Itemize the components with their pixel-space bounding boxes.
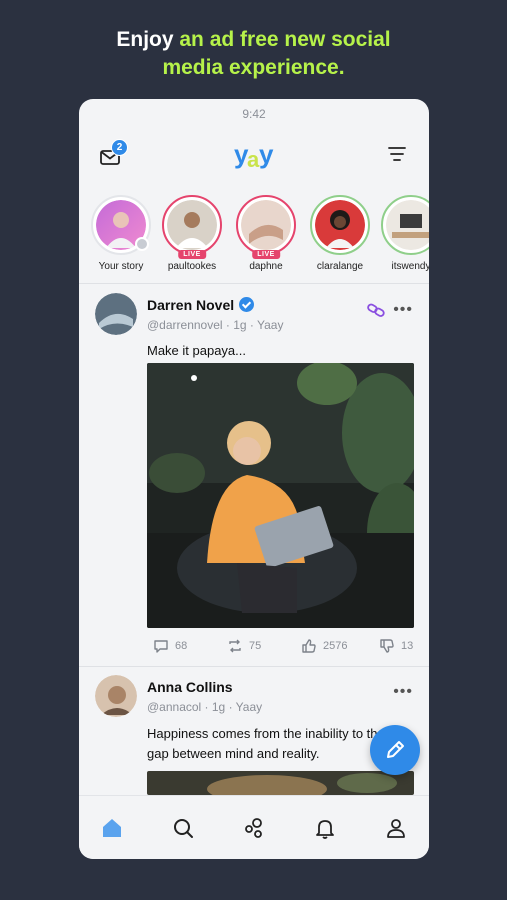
post-author[interactable]: Anna Collins bbox=[147, 679, 233, 695]
repost-icon bbox=[229, 639, 241, 653]
story-name: paultookes bbox=[167, 261, 217, 272]
avatar bbox=[386, 200, 429, 250]
story-itswendy[interactable]: itswendy bbox=[379, 195, 429, 272]
story-claralange[interactable]: claralange bbox=[308, 195, 372, 272]
promo-line1-accent: an ad free new social bbox=[179, 28, 391, 51]
promo-headline: Enjoy an ad free new social media experi… bbox=[0, 26, 507, 82]
inbox-button[interactable]: 2 bbox=[99, 139, 129, 169]
repost-button[interactable]: 75 bbox=[227, 638, 261, 654]
repost-count: 75 bbox=[249, 640, 262, 652]
story-name: Your story bbox=[98, 261, 144, 272]
avatar[interactable] bbox=[95, 675, 137, 717]
more-options-icon[interactable]: ••• bbox=[393, 301, 413, 319]
story-name: daphne bbox=[249, 261, 283, 272]
post-meta: @annacol · 1g · Yaay bbox=[147, 700, 263, 714]
thumbs-down-icon bbox=[380, 639, 394, 653]
story-own[interactable]: Your story bbox=[89, 195, 153, 272]
user-icon bbox=[387, 819, 405, 838]
live-badge: LIVE bbox=[252, 250, 280, 259]
filter-button[interactable] bbox=[387, 143, 407, 167]
bubbles-icon bbox=[245, 818, 262, 838]
divider bbox=[79, 283, 429, 284]
post-image[interactable] bbox=[147, 771, 414, 795]
avatar bbox=[167, 200, 217, 250]
like-count: 2576 bbox=[323, 640, 348, 652]
more-options-icon[interactable]: ••• bbox=[393, 683, 413, 701]
post-text: Make it papaya... bbox=[147, 343, 246, 358]
like-button[interactable]: 2576 bbox=[301, 638, 347, 654]
pen-icon bbox=[387, 741, 404, 758]
comment-icon bbox=[154, 640, 168, 653]
yay-logo[interactable]: y a y bbox=[234, 137, 278, 172]
home-icon bbox=[103, 819, 121, 837]
nav-search[interactable] bbox=[171, 816, 195, 840]
post-image[interactable] bbox=[147, 363, 414, 628]
filter-icon bbox=[388, 147, 406, 161]
thumbs-up-icon bbox=[302, 639, 316, 653]
comment-count: 68 bbox=[175, 640, 188, 652]
bottom-nav bbox=[79, 795, 429, 859]
live-badge: LIVE bbox=[178, 250, 206, 259]
story-name: claralange bbox=[316, 261, 364, 272]
bell-icon bbox=[316, 820, 334, 839]
phone-screen: 9:42 2 y a y Your story LIVE paultookes … bbox=[79, 99, 429, 859]
top-bar: 2 y a y bbox=[79, 137, 429, 173]
story-name: itswendy bbox=[391, 261, 429, 272]
avatar bbox=[315, 200, 365, 250]
post-meta: @darrennovel · 1g · Yaay bbox=[147, 318, 284, 332]
compose-button[interactable] bbox=[370, 725, 420, 775]
verified-badge-icon bbox=[239, 297, 255, 312]
dislike-button[interactable]: 13 bbox=[379, 638, 413, 654]
promo-line1-plain: Enjoy bbox=[116, 28, 180, 51]
stories-row: Your story LIVE paultookes LIVE daphne c… bbox=[79, 195, 429, 275]
add-story-dot bbox=[135, 237, 149, 251]
story-paultookes[interactable]: LIVE paultookes bbox=[160, 195, 224, 272]
story-daphne[interactable]: LIVE daphne bbox=[234, 195, 298, 272]
svg-text:y: y bbox=[259, 139, 274, 169]
nav-home[interactable] bbox=[100, 816, 124, 840]
nav-discover[interactable] bbox=[242, 816, 266, 840]
mail-badge: 2 bbox=[111, 139, 128, 156]
post-text: Happiness comes from the inability to th… bbox=[147, 726, 385, 761]
search-icon bbox=[174, 819, 193, 838]
nav-notifications[interactable] bbox=[313, 816, 337, 840]
promo-line2-accent: media experience. bbox=[162, 56, 345, 79]
avatar bbox=[241, 200, 291, 250]
link-icon[interactable] bbox=[367, 303, 385, 317]
post-actions: 68 75 2576 13 bbox=[153, 638, 415, 658]
nav-profile[interactable] bbox=[384, 816, 408, 840]
post-author[interactable]: Darren Novel bbox=[147, 297, 255, 313]
dislike-count: 13 bbox=[401, 640, 414, 652]
comment-button[interactable]: 68 bbox=[153, 638, 187, 654]
divider bbox=[79, 666, 429, 667]
status-time: 9:42 bbox=[242, 107, 266, 121]
avatar[interactable] bbox=[95, 293, 137, 335]
